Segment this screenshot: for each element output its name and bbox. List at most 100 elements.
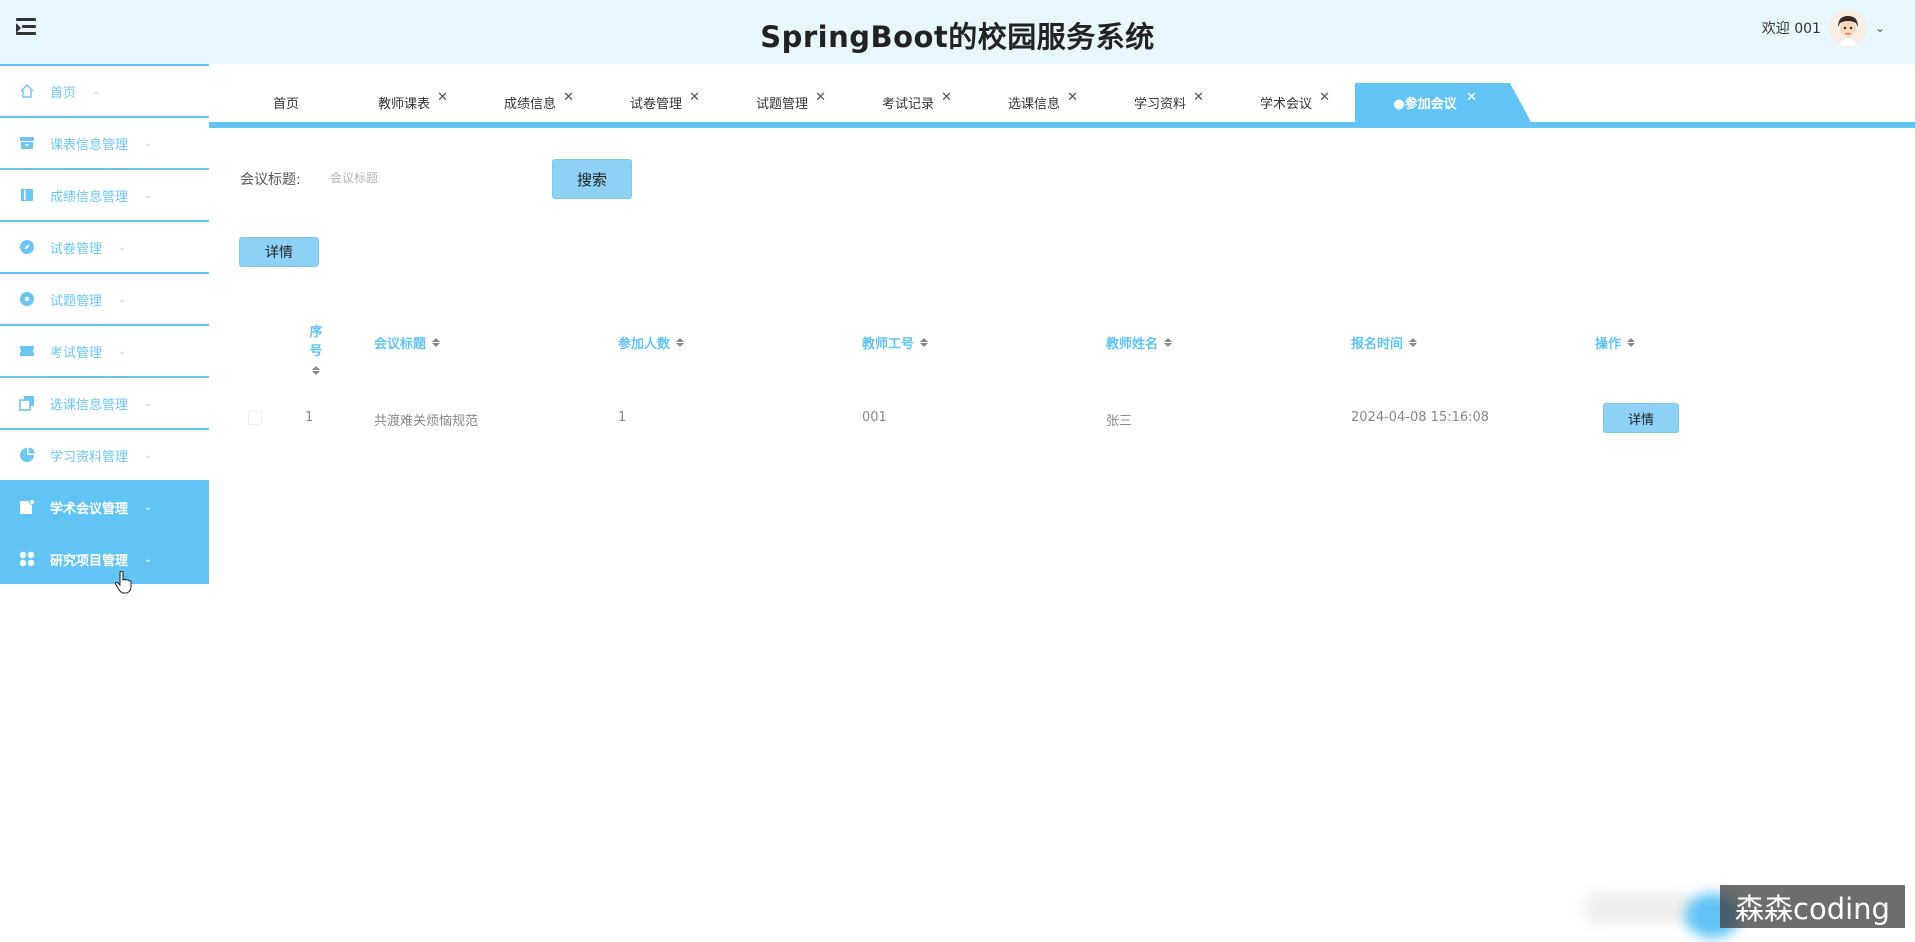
tab-papers[interactable]: 试卷管理 ✕ — [606, 83, 706, 122]
sidebar-item-label: 研究项目管理 — [50, 553, 129, 569]
hand-cursor-icon — [114, 571, 132, 594]
chevron-down-icon: ⌄ — [144, 137, 153, 149]
column-header-label: 教师姓名 — [1106, 337, 1159, 352]
cell-teacher-name: 张三 — [1106, 414, 1133, 429]
column-header-label: 序号 — [309, 325, 323, 359]
row-detail-button[interactable]: 详情 — [1603, 403, 1679, 433]
sidebar-item-exams[interactable]: 考试管理 ⌄ — [0, 324, 209, 376]
cell-time: 2024-04-08 15:16:08 — [1351, 410, 1490, 425]
close-icon[interactable]: ✕ — [437, 90, 448, 105]
column-header-teacher-id[interactable]: 教师工号 — [862, 333, 929, 352]
chevron-down-icon: ⌄ — [118, 293, 127, 305]
detail-button[interactable]: 详情 — [239, 237, 319, 267]
sort-icon[interactable] — [1164, 338, 1173, 347]
sidebar-item-materials[interactable]: 学习资料管理 ⌄ — [0, 428, 209, 480]
chevron-down-icon: ⌄ — [144, 501, 153, 513]
sidebar: 首页 ⌄ 课表信息管理 ⌄ 成绩信息管理 ⌄ 试卷管理 ⌄ 试题管理 ⌄ 考试管… — [0, 64, 209, 584]
sidebar-item-label: 学习资料管理 — [50, 449, 129, 465]
ticket-icon — [18, 342, 36, 360]
sidebar-item-grades[interactable]: 成绩信息管理 ⌄ — [0, 168, 209, 220]
chevron-down-icon: ⌄ — [92, 85, 101, 97]
sidebar-item-label: 课表信息管理 — [50, 137, 129, 153]
copy-icon — [18, 394, 36, 412]
tab-conferences[interactable]: 学术会议 ✕ — [1236, 83, 1336, 122]
watermark: 森森coding — [1720, 885, 1905, 928]
target-icon — [18, 290, 36, 308]
sort-icon[interactable] — [1409, 338, 1418, 347]
close-icon[interactable]: ✕ — [1067, 90, 1078, 105]
sidebar-item-label: 试卷管理 — [50, 241, 103, 257]
user-menu[interactable]: 欢迎 001 ⌄ — [1762, 9, 1885, 47]
sidebar-item-course-selection[interactable]: 选课信息管理 ⌄ — [0, 376, 209, 428]
column-header-seq[interactable]: 序号 — [304, 321, 328, 375]
sidebar-item-label: 选课信息管理 — [50, 397, 129, 413]
sidebar-item-schedule[interactable]: 课表信息管理 ⌄ — [0, 116, 209, 168]
column-header-time[interactable]: 报名时间 — [1351, 333, 1418, 352]
column-header-label: 参加人数 — [618, 337, 671, 352]
cell-teacher-id: 001 — [862, 410, 887, 425]
tab-questions[interactable]: 试题管理 ✕ — [732, 83, 832, 122]
column-header-label: 操作 — [1595, 337, 1622, 352]
sidebar-item-label: 首页 — [50, 85, 77, 101]
close-icon[interactable]: ✕ — [1193, 90, 1204, 105]
chevron-down-icon: ⌄ — [144, 189, 153, 201]
close-icon[interactable]: ✕ — [1466, 90, 1477, 105]
column-header-label: 会议标题 — [374, 337, 427, 352]
sidebar-item-conferences[interactable]: 学术会议管理 ⌄ — [0, 480, 209, 532]
sidebar-item-label: 成绩信息管理 — [50, 189, 129, 205]
column-header-title[interactable]: 会议标题 — [374, 333, 441, 352]
tab-join-conference[interactable]: ●参加会议 ✕ — [1355, 83, 1531, 122]
sort-icon[interactable] — [312, 366, 320, 375]
row-checkbox[interactable] — [248, 411, 262, 425]
book-icon — [18, 186, 36, 204]
close-icon[interactable]: ✕ — [1319, 90, 1330, 105]
search-label: 会议标题: — [240, 172, 301, 188]
sort-icon[interactable] — [432, 338, 441, 347]
tab-label: 学习资料 — [1133, 97, 1186, 112]
tab-label: 教师课表 — [377, 97, 430, 112]
chevron-down-icon: ⌄ — [118, 345, 127, 357]
top-header: SpringBoot的校园服务系统 欢迎 001 ⌄ — [0, 0, 1915, 64]
grid-icon — [18, 550, 36, 568]
tab-label: 考试记录 — [881, 97, 934, 112]
tab-label: 试卷管理 — [629, 97, 682, 112]
edit-doc-icon — [18, 498, 36, 516]
app-title: SpringBoot的校园服务系统 — [760, 20, 1155, 54]
sidebar-item-research[interactable]: 研究项目管理 ⌄ — [0, 532, 209, 584]
compass-icon — [18, 238, 36, 256]
sort-icon[interactable] — [676, 338, 685, 347]
column-header-teacher-name[interactable]: 教师姓名 — [1106, 333, 1173, 352]
tab-grades[interactable]: 成绩信息 ✕ — [480, 83, 580, 122]
chevron-down-icon: ⌄ — [144, 553, 153, 565]
close-icon[interactable]: ✕ — [815, 90, 826, 105]
search-button[interactable]: 搜索 — [552, 159, 632, 199]
column-header-label: 报名时间 — [1351, 337, 1404, 352]
archive-icon — [18, 134, 36, 152]
tab-label: 成绩信息 — [503, 97, 556, 112]
close-icon[interactable]: ✕ — [563, 90, 574, 105]
sidebar-item-label: 考试管理 — [50, 345, 103, 361]
tab-teacher-schedule[interactable]: 教师课表 ✕ — [354, 83, 454, 122]
close-icon[interactable]: ✕ — [689, 90, 700, 105]
chevron-down-icon[interactable]: ⌄ — [1875, 21, 1885, 35]
sidebar-item-label: 试题管理 — [50, 293, 103, 309]
close-icon[interactable]: ✕ — [941, 90, 952, 105]
column-header-actions[interactable]: 操作 — [1595, 333, 1636, 352]
column-header-count[interactable]: 参加人数 — [618, 333, 685, 352]
sort-icon[interactable] — [1627, 338, 1636, 347]
sidebar-item-questions[interactable]: 试题管理 ⌄ — [0, 272, 209, 324]
avatar[interactable] — [1828, 9, 1867, 47]
sidebar-item-home[interactable]: 首页 ⌄ — [0, 64, 209, 116]
tab-home[interactable]: 首页 — [246, 83, 326, 122]
sidebar-item-papers[interactable]: 试卷管理 ⌄ — [0, 220, 209, 272]
sort-icon[interactable] — [920, 338, 929, 347]
tab-label: 学术会议 — [1259, 97, 1312, 112]
tab-course-selection[interactable]: 选课信息 ✕ — [984, 83, 1084, 122]
tab-label: 选课信息 — [1007, 97, 1060, 112]
tab-exam-records[interactable]: 考试记录 ✕ — [858, 83, 958, 122]
blurred-overlay — [1585, 893, 1695, 923]
search-input[interactable] — [330, 160, 540, 196]
chevron-down-icon: ⌄ — [144, 397, 153, 409]
tab-materials[interactable]: 学习资料 ✕ — [1110, 83, 1210, 122]
cell-seq: 1 — [305, 410, 314, 425]
